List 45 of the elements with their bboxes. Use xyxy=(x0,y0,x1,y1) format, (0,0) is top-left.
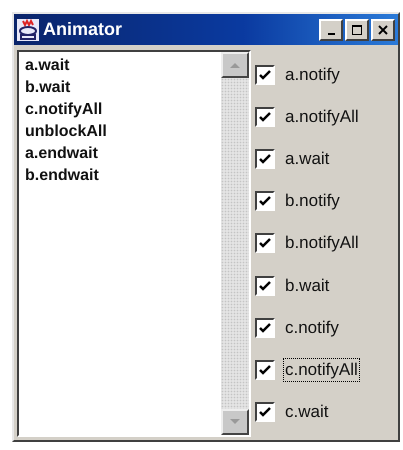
minimize-icon xyxy=(328,32,334,34)
list-item[interactable]: c.notifyAll xyxy=(25,99,215,121)
checkbox-label[interactable]: a.notifyAll xyxy=(283,105,361,130)
check-icon xyxy=(258,153,272,166)
list-item[interactable]: b.wait xyxy=(25,77,215,99)
scroll-down-button[interactable] xyxy=(221,409,249,435)
checkbox[interactable] xyxy=(255,276,275,296)
checkbox-label[interactable]: c.notify xyxy=(283,316,341,340)
minimize-button[interactable] xyxy=(319,18,343,40)
checkbox-label[interactable]: a.notify xyxy=(283,63,342,88)
up-arrow-icon xyxy=(229,61,241,69)
scroll-up-button[interactable] xyxy=(221,52,249,78)
checkbox[interactable] xyxy=(255,107,275,128)
close-icon xyxy=(377,24,389,36)
close-button[interactable] xyxy=(371,18,395,40)
checkbox[interactable] xyxy=(255,233,275,254)
checkbox[interactable] xyxy=(255,191,275,212)
list-item[interactable]: a.endwait xyxy=(25,143,215,165)
app-icon xyxy=(17,18,39,40)
checkbox[interactable] xyxy=(255,402,275,422)
checkbox-label[interactable]: c.wait xyxy=(283,400,330,424)
check-icon xyxy=(258,195,272,208)
check-icon xyxy=(258,280,272,292)
checkbox[interactable] xyxy=(255,149,275,170)
checkbox-label[interactable]: b.wait xyxy=(283,274,332,298)
check-icon xyxy=(258,322,272,334)
window-title: Animator xyxy=(43,19,122,40)
checkbox[interactable] xyxy=(255,318,275,338)
checkbox-label[interactable]: c.notifyAll xyxy=(283,358,360,382)
list-item[interactable]: a.wait xyxy=(25,55,215,77)
checkbox-label[interactable]: b.notifyAll xyxy=(283,231,361,256)
down-arrow-icon xyxy=(229,418,241,426)
checkbox[interactable] xyxy=(255,360,275,380)
check-icon xyxy=(258,237,272,250)
checkbox-label[interactable]: a.wait xyxy=(283,147,332,172)
checkbox-label[interactable]: b.notify xyxy=(283,189,342,214)
check-icon xyxy=(258,364,272,376)
check-icon xyxy=(258,406,272,418)
maximize-icon xyxy=(351,24,363,36)
checkbox[interactable] xyxy=(255,65,275,86)
maximize-button[interactable] xyxy=(345,18,369,40)
check-icon xyxy=(258,111,272,124)
check-icon xyxy=(258,69,272,82)
list-item[interactable]: unblockAll xyxy=(25,121,215,143)
list-item[interactable]: b.endwait xyxy=(25,165,215,187)
